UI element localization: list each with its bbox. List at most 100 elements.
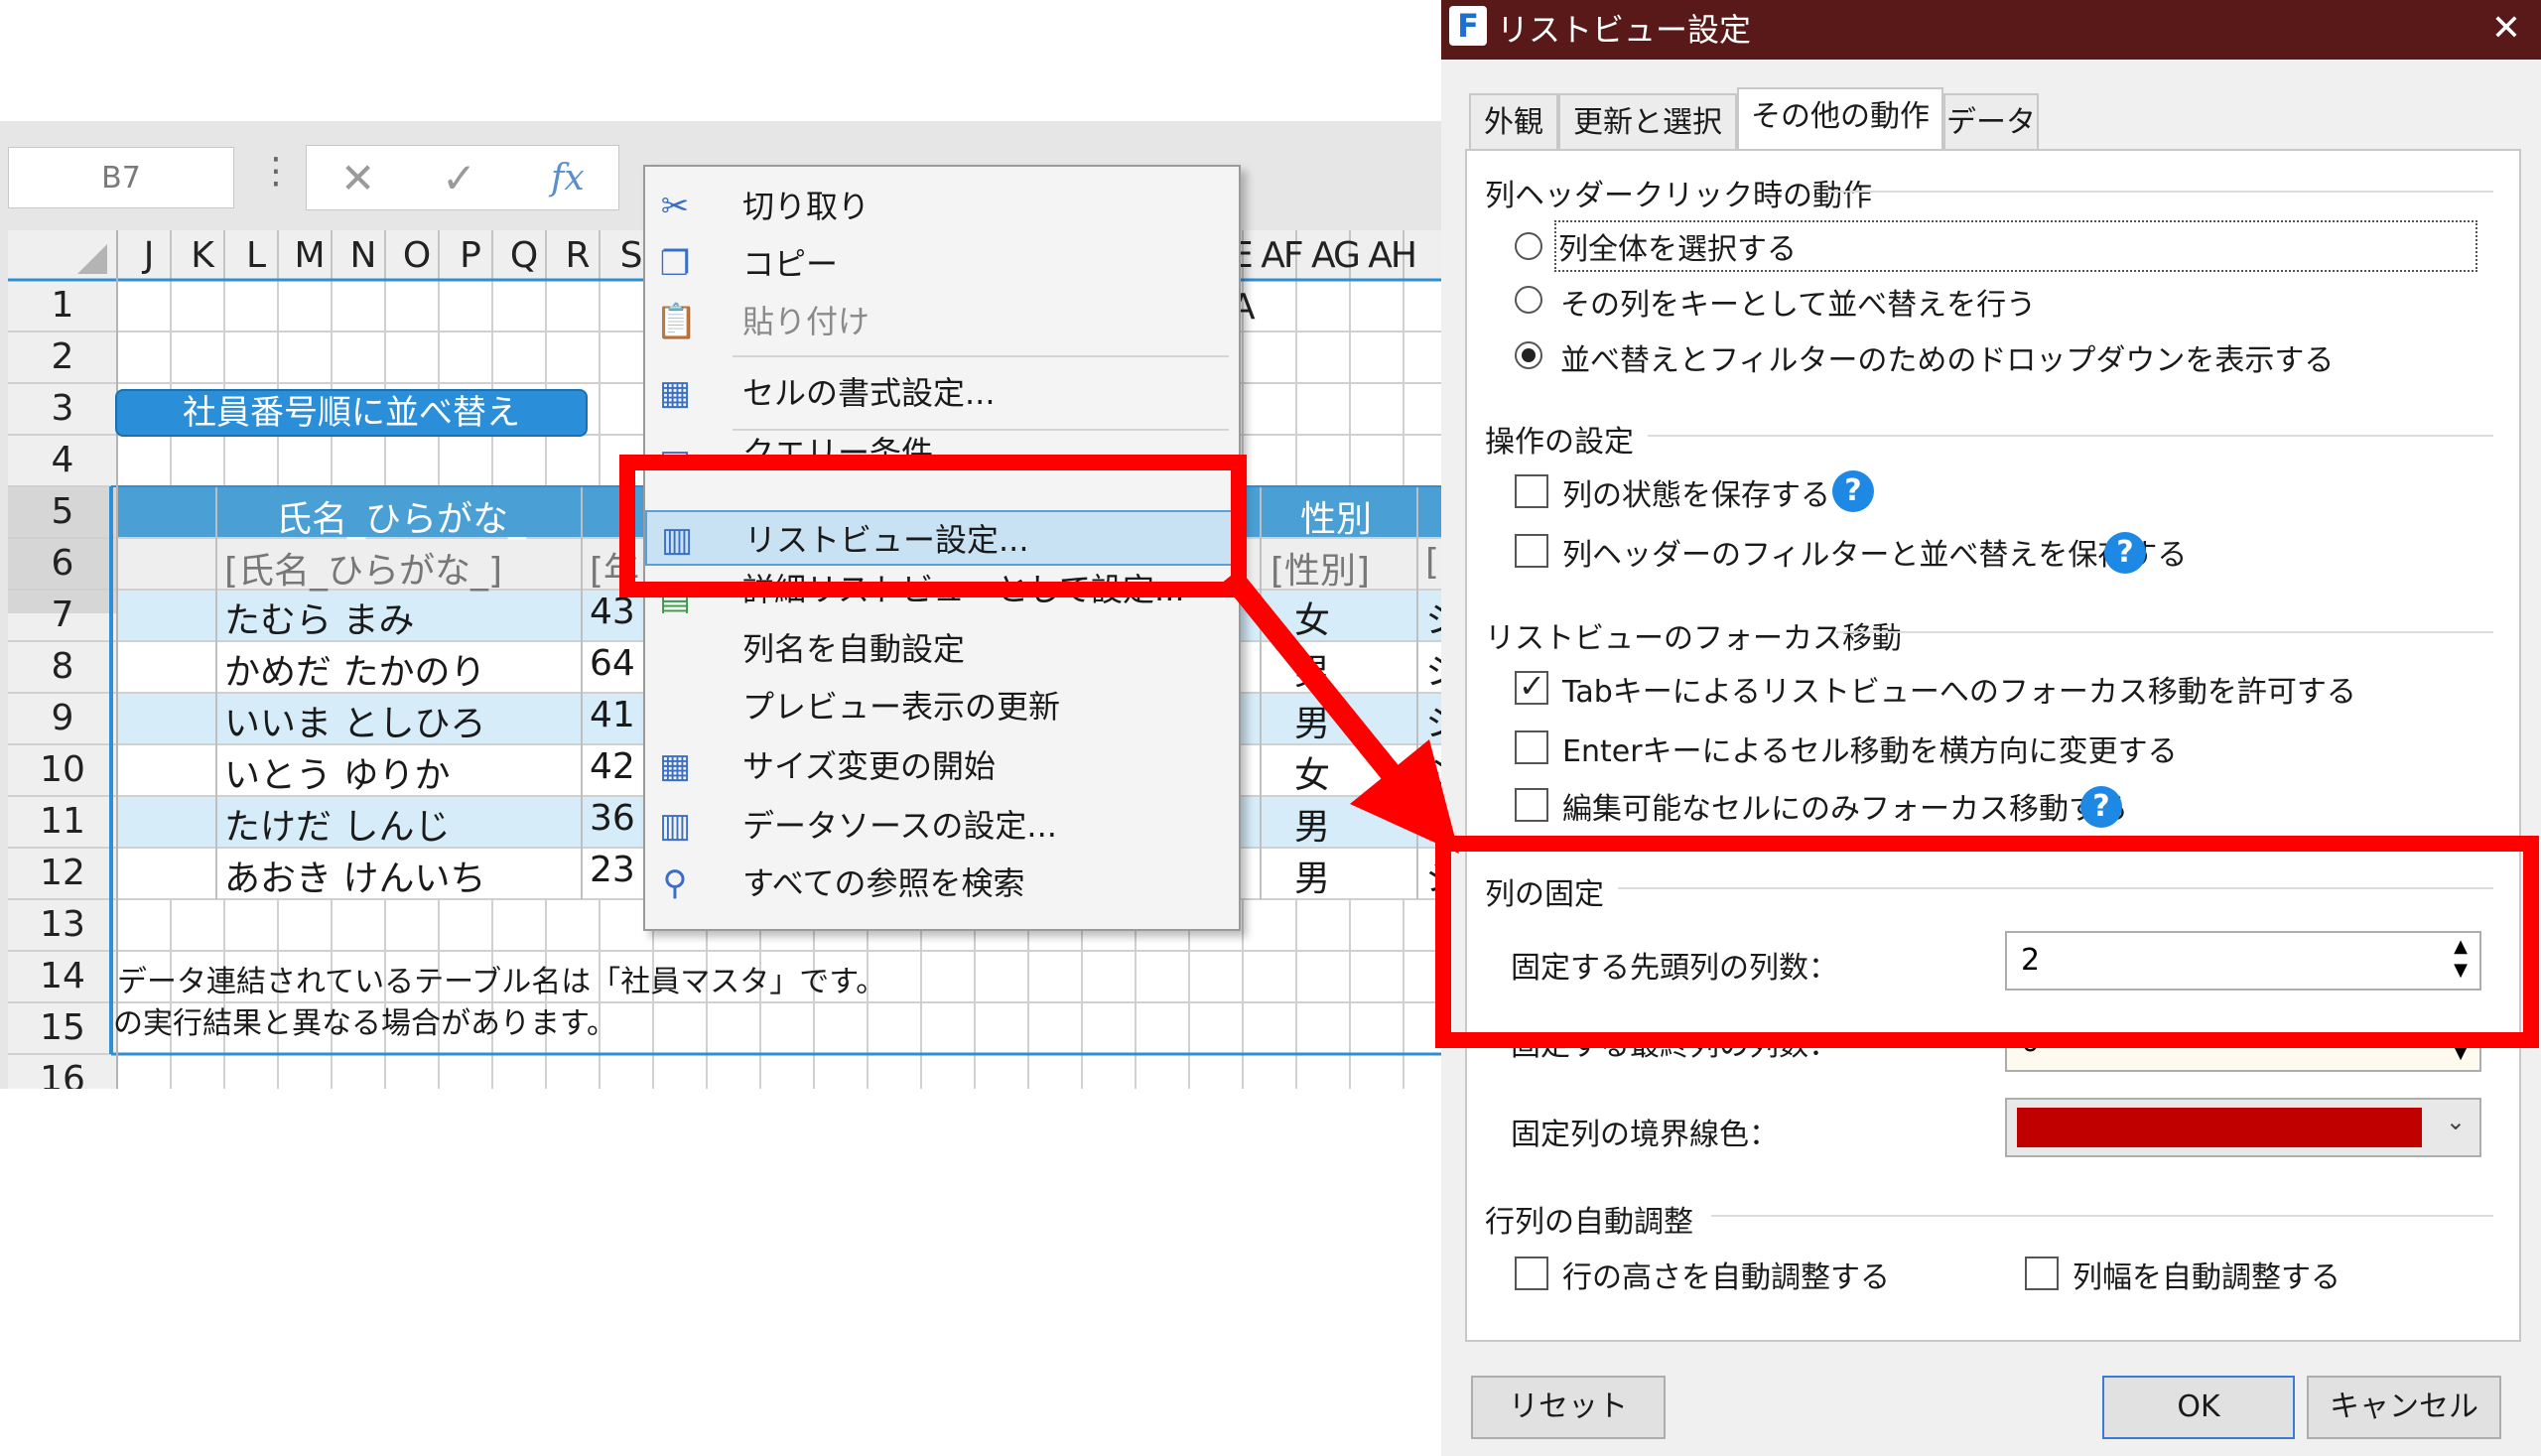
group-focus: リストビューのフォーカス移動 xyxy=(1485,621,1902,656)
cancel-button[interactable]: キャンセル xyxy=(2307,1376,2501,1439)
name-box[interactable]: B7 xyxy=(8,147,234,208)
row-header[interactable]: 8 xyxy=(8,641,117,693)
cell-age[interactable]: 64 xyxy=(590,643,635,684)
column-header[interactable]: P xyxy=(445,230,496,280)
row-header[interactable]: 15 xyxy=(8,1002,117,1054)
chevron-down-icon[interactable]: ⌄ xyxy=(2446,1108,2466,1135)
format-cells-icon: ▦ xyxy=(658,373,692,413)
menu-item-start-resize[interactable]: ▦ サイズ変更の開始 xyxy=(645,738,1239,794)
row-header[interactable]: 6 xyxy=(8,538,117,590)
cell-name[interactable]: いいま としひろ xyxy=(224,695,485,746)
checkbox-col-width[interactable] xyxy=(2025,1257,2059,1290)
menu-item-find-references[interactable]: ⚲ すべての参照を検索 xyxy=(645,856,1239,911)
menu-item-copy[interactable]: ❐ コピー xyxy=(645,236,1239,292)
highlight-box-fixed-columns xyxy=(1435,836,2539,1048)
row-header[interactable]: 11 xyxy=(8,796,117,848)
column-header[interactable]: N xyxy=(337,230,389,280)
radio-select-all-label[interactable]: 列全体を選択する xyxy=(1554,220,2477,272)
checkbox-col-width-label[interactable]: 列幅を自動調整する xyxy=(2073,1253,2340,1296)
checkbox-save-state[interactable] xyxy=(1515,474,1548,508)
row-header[interactable]: 2 xyxy=(8,331,117,383)
menu-separator xyxy=(733,429,1229,431)
row-header[interactable]: 10 xyxy=(8,744,117,796)
tab-other-behavior[interactable]: その他の動作 xyxy=(1737,87,1943,151)
row-header[interactable]: 1 xyxy=(8,280,117,331)
cell-age[interactable]: 23 xyxy=(590,850,635,890)
header-name[interactable]: 氏名_ひらがな_ xyxy=(276,490,526,542)
cell-age[interactable]: 41 xyxy=(590,695,635,735)
row-header[interactable]: 5 xyxy=(8,486,117,538)
checkbox-save-filter[interactable] xyxy=(1515,534,1548,568)
cell-name[interactable]: かめだ たかのり xyxy=(224,643,485,695)
fx-icon[interactable]: fx xyxy=(551,158,585,199)
tab-update-selection[interactable]: 更新と選択 xyxy=(1558,93,1737,149)
checkbox-enter-move[interactable] xyxy=(1515,730,1548,764)
paste-icon: 📋 xyxy=(655,302,698,341)
tab-appearance[interactable]: 外観 xyxy=(1469,93,1558,149)
more-dots-icon[interactable]: ⋮ xyxy=(258,151,294,192)
help-icon[interactable]: ? xyxy=(2104,532,2146,574)
column-header[interactable]: L xyxy=(230,230,282,280)
ok-button[interactable]: OK xyxy=(2102,1376,2295,1439)
menu-item-auto-column-name[interactable]: 列名を自動設定 xyxy=(645,621,1239,677)
cell-name[interactable]: あおき けんいち xyxy=(224,850,485,901)
header-gender[interactable]: 性別 xyxy=(1300,490,1372,542)
checkbox-save-state-label[interactable]: 列の状態を保存する xyxy=(1562,470,1830,514)
search-icon: ⚲ xyxy=(662,863,688,903)
menu-item-format-cells[interactable]: ▦ セルの書式設定... xyxy=(645,365,1239,421)
checkbox-tab-focus[interactable]: ✓ xyxy=(1515,667,1548,705)
column-header[interactable]: M xyxy=(284,230,335,280)
group-divider xyxy=(1648,435,2493,437)
column-header[interactable]: Q xyxy=(498,230,550,280)
cell-name[interactable]: たけだ しんじ xyxy=(224,798,450,850)
menu-item-cut[interactable]: ✂ 切り取り xyxy=(645,179,1239,234)
help-icon[interactable]: ? xyxy=(1832,470,1874,512)
column-header[interactable]: O xyxy=(391,230,443,280)
row-header[interactable]: 14 xyxy=(8,951,117,1002)
confirm-icon[interactable]: ✓ xyxy=(442,154,476,202)
radio-dropdown-label[interactable]: 並べ替えとフィルターのためのドロップダウンを表示する xyxy=(1560,335,2334,379)
row-header[interactable]: 9 xyxy=(8,693,117,744)
row-header[interactable]: 7 xyxy=(8,590,117,641)
help-icon[interactable]: ? xyxy=(2080,786,2122,828)
close-icon[interactable]: ✕ xyxy=(2481,4,2531,54)
column-header-right[interactable]: E AF AG AH A xyxy=(1231,230,1441,328)
column-header[interactable]: K xyxy=(177,230,228,280)
row-header[interactable]: 4 xyxy=(8,435,117,486)
highlight-box-menu xyxy=(619,455,1247,597)
checkbox-save-filter-label[interactable]: 列ヘッダーのフィルターと並べ替えを保存する xyxy=(1562,530,2187,574)
radio-sort-key-label[interactable]: その列をキーとして並べ替えを行う xyxy=(1560,280,2036,324)
cell-age[interactable]: 43 xyxy=(590,592,635,632)
column-header[interactable]: R xyxy=(552,230,603,280)
column-header[interactable]: J xyxy=(123,230,175,280)
checkbox-row-height[interactable] xyxy=(1515,1257,1548,1290)
dialog-title: リストビュー設定 xyxy=(1497,11,1752,49)
checkbox-row-height-label[interactable]: 行の高さを自動調整する xyxy=(1562,1253,1890,1296)
checkbox-enter-move-label[interactable]: Enterキーによるセル移動を横方向に変更する xyxy=(1562,727,2178,770)
radio-select-all[interactable] xyxy=(1515,232,1542,260)
resize-icon: ▦ xyxy=(658,746,692,786)
tab-data[interactable]: データ xyxy=(1943,93,2039,149)
datasource-icon: ▥ xyxy=(658,806,692,846)
border-color-select[interactable]: ⌄ xyxy=(2005,1098,2481,1157)
menu-item-datasource[interactable]: ▥ データソースの設定... xyxy=(645,798,1239,854)
checkbox-editable-only[interactable] xyxy=(1515,788,1548,822)
menu-item-refresh-preview[interactable]: プレビュー表示の更新 xyxy=(645,679,1239,734)
cell-age[interactable]: 36 xyxy=(590,798,635,839)
reset-button[interactable]: リセット xyxy=(1471,1376,1666,1439)
radio-sort-key[interactable] xyxy=(1515,286,1542,314)
cancel-icon[interactable]: ✕ xyxy=(340,154,375,202)
checkbox-tab-focus-label[interactable]: Tabキーによるリストビューへのフォーカス移動を許可する xyxy=(1562,667,2356,711)
app-logo-icon: F xyxy=(1449,6,1487,46)
checkbox-editable-only-label[interactable]: 編集可能なセルにのみフォーカス移動する xyxy=(1562,784,2128,828)
menu-item-paste[interactable]: 📋 貼り付け xyxy=(645,294,1239,349)
sort-by-employee-number-button[interactable]: 社員番号順に並べ替え xyxy=(115,389,588,437)
cell-age[interactable]: 42 xyxy=(590,746,635,787)
cell-name[interactable]: たむら まみ xyxy=(224,592,414,643)
row-header[interactable]: 16 xyxy=(8,1054,117,1089)
cell-name[interactable]: いとう ゆりか xyxy=(224,746,450,798)
radio-dropdown[interactable] xyxy=(1515,341,1542,369)
row-header[interactable]: 3 xyxy=(8,383,117,435)
row-header[interactable]: 12 xyxy=(8,848,117,899)
row-header[interactable]: 13 xyxy=(8,899,117,951)
